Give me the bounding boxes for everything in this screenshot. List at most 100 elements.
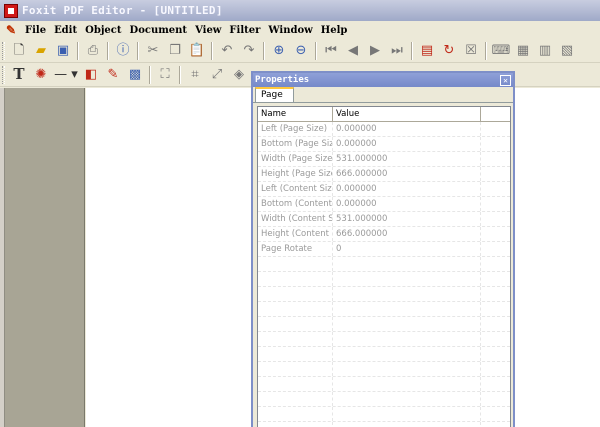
- paste-icon[interactable]: 📋: [187, 41, 207, 61]
- menu-filter[interactable]: Filter: [225, 25, 264, 36]
- table-row[interactable]: Page Rotate 0: [258, 242, 510, 257]
- object-icon[interactable]: ◈: [229, 65, 249, 85]
- properties-tabs: Page: [253, 87, 513, 103]
- property-value[interactable]: 0.000000: [333, 197, 481, 211]
- zoom-in-icon[interactable]: ⊕: [269, 41, 289, 61]
- property-value[interactable]: 666.000000: [333, 167, 481, 181]
- select-icon[interactable]: ⛶: [155, 65, 175, 85]
- delete-page-icon[interactable]: ☒: [461, 41, 481, 61]
- menu-bar: ✎ File Edit Object Document View Filter …: [0, 21, 600, 39]
- empty-row: [258, 407, 510, 422]
- table-row[interactable]: Height (Content Size)666.000000: [258, 227, 510, 242]
- table-row[interactable]: Width (Page Size) 531.000000: [258, 152, 510, 167]
- table-row[interactable]: Bottom (Content Size)0.000000: [258, 197, 510, 212]
- zoom-out-icon[interactable]: ⊖: [291, 41, 311, 61]
- undo-icon[interactable]: ↶: [217, 41, 237, 61]
- table-row[interactable]: Bottom (Page Size)0.000000: [258, 137, 510, 152]
- column-value[interactable]: Value: [333, 107, 481, 121]
- property-extra: [481, 242, 510, 256]
- empty-row: [258, 422, 510, 427]
- text-tool-icon[interactable]: T: [9, 65, 29, 85]
- save-icon[interactable]: ▣: [53, 41, 73, 61]
- fill-tool-icon[interactable]: ◧: [81, 65, 101, 85]
- property-name: Left (Content Size): [258, 182, 333, 196]
- close-icon[interactable]: ✕: [500, 74, 511, 86]
- empty-row: [258, 362, 510, 377]
- rotate-page-icon[interactable]: ↻: [439, 41, 459, 61]
- prev-page-icon[interactable]: ◀: [343, 41, 363, 61]
- property-extra: [481, 197, 510, 211]
- keyboard-icon[interactable]: ⌨: [491, 41, 511, 61]
- print-icon[interactable]: ⎙: [83, 41, 103, 61]
- menu-help[interactable]: Help: [317, 25, 352, 36]
- menu-edit[interactable]: Edit: [50, 25, 81, 36]
- property-extra: [481, 182, 510, 196]
- toolbar-separator: [107, 41, 109, 60]
- menu-file[interactable]: File: [21, 25, 50, 36]
- property-extra: [481, 227, 510, 241]
- property-name: Bottom (Content Size): [258, 197, 333, 211]
- empty-row: [258, 272, 510, 287]
- property-value[interactable]: 531.000000: [333, 152, 481, 166]
- property-name: Height (Content Size): [258, 227, 333, 241]
- property-name: Bottom (Page Size): [258, 137, 333, 151]
- image-tool-icon[interactable]: ▩: [125, 65, 145, 85]
- table-row[interactable]: Height (Page Size) 666.000000: [258, 167, 510, 182]
- app-icon: [4, 3, 18, 18]
- cut-icon[interactable]: ✂: [143, 41, 163, 61]
- toolbar-separator: [149, 65, 151, 84]
- table-row[interactable]: Left (Content Size) 0.000000: [258, 182, 510, 197]
- property-name: Page Rotate: [258, 242, 333, 256]
- empty-row: [258, 287, 510, 302]
- menu-document[interactable]: Document: [126, 25, 192, 36]
- property-value[interactable]: 0.000000: [333, 137, 481, 151]
- copy-icon[interactable]: ❐: [165, 41, 185, 61]
- toolbar-grip[interactable]: [2, 41, 5, 60]
- property-extra: [481, 212, 510, 226]
- first-page-icon[interactable]: ⏮: [321, 41, 341, 61]
- toolbar-separator: [137, 41, 139, 60]
- redo-icon[interactable]: ↷: [239, 41, 259, 61]
- toolbar-separator: [211, 41, 213, 60]
- main-toolbar: 🗋 ▰ ▣ ⎙ ⓘ ✂ ❐ 📋 ↶ ↷ ⊕ ⊖ ⏮ ◀ ▶ ⏭ ▤ ↻ ☒ ⌨ …: [0, 39, 600, 63]
- open-folder-icon[interactable]: ▰: [31, 41, 51, 61]
- info-icon[interactable]: ⓘ: [113, 41, 133, 61]
- left-strip: [0, 88, 5, 427]
- column-extra: [481, 107, 510, 121]
- align-icon[interactable]: ▥: [535, 41, 555, 61]
- distribute-icon[interactable]: ▧: [557, 41, 577, 61]
- property-value[interactable]: 0.000000: [333, 122, 481, 136]
- property-value[interactable]: 666.000000: [333, 227, 481, 241]
- tab-page[interactable]: Page: [255, 87, 294, 102]
- properties-grid: Name Value Left (Page Size) 0.000000 Botto…: [257, 106, 511, 427]
- empty-row: [258, 392, 510, 407]
- table-row[interactable]: Width (Content Size)531.000000: [258, 212, 510, 227]
- properties-header[interactable]: Properties ✕: [253, 73, 513, 87]
- window-title: Foxit PDF Editor - [UNTITLED]: [22, 4, 223, 17]
- property-value[interactable]: 531.000000: [333, 212, 481, 226]
- property-value[interactable]: 0.000000: [333, 182, 481, 196]
- toolbar-grip[interactable]: [2, 65, 5, 84]
- property-extra: [481, 152, 510, 166]
- new-doc-icon[interactable]: 🗋: [9, 41, 29, 61]
- insert-page-icon[interactable]: ▤: [417, 41, 437, 61]
- crop-icon[interactable]: ⌗: [185, 65, 205, 85]
- line-tool-icon[interactable]: — ▾: [53, 65, 79, 85]
- toolbar-separator: [315, 41, 317, 60]
- property-name: Height (Page Size): [258, 167, 333, 181]
- last-page-icon[interactable]: ⏭: [387, 41, 407, 61]
- resize-icon[interactable]: ⤢: [207, 65, 227, 85]
- menu-window[interactable]: Window: [264, 25, 316, 36]
- table-row[interactable]: Left (Page Size) 0.000000: [258, 122, 510, 137]
- column-name[interactable]: Name: [258, 107, 333, 121]
- document-menu-icon[interactable]: ✎: [4, 23, 18, 37]
- menu-view[interactable]: View: [191, 25, 225, 36]
- menu-object[interactable]: Object: [81, 25, 125, 36]
- property-value[interactable]: 0: [333, 242, 481, 256]
- toolbar-separator: [179, 65, 181, 84]
- text-object-icon[interactable]: ▦: [513, 41, 533, 61]
- color-wheel-icon[interactable]: ✺: [31, 65, 51, 85]
- title-bar: Foxit PDF Editor - [UNTITLED]: [0, 0, 600, 21]
- next-page-icon[interactable]: ▶: [365, 41, 385, 61]
- edit-image-icon[interactable]: ✎: [103, 65, 123, 85]
